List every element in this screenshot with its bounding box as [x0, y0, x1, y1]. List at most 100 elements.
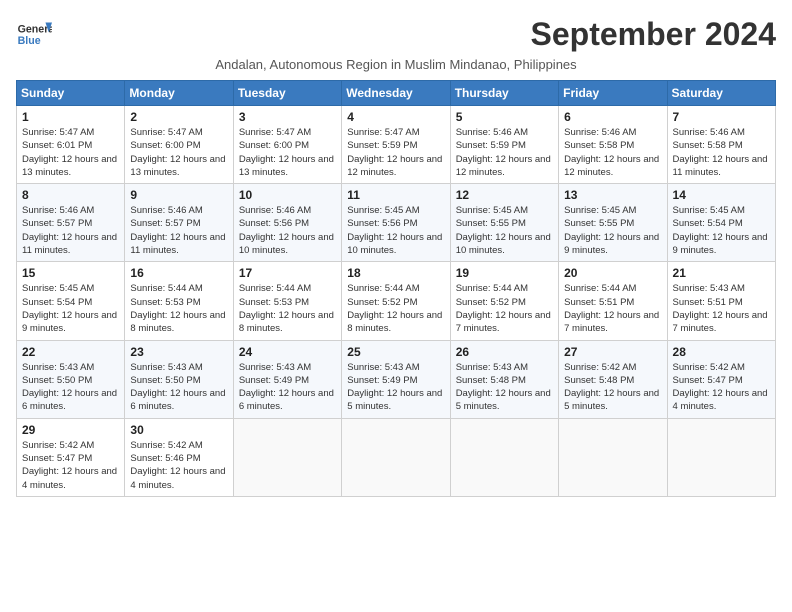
sunrise-label: Sunrise: 5:43 AM: [456, 362, 528, 373]
sunset-label: Sunset: 6:00 PM: [130, 140, 200, 151]
sunrise-label: Sunrise: 5:47 AM: [22, 127, 94, 138]
day-info: Sunrise: 5:44 AM Sunset: 5:53 PM Dayligh…: [239, 282, 336, 335]
daylight-label: Daylight: 12 hours and 12 minutes.: [564, 154, 659, 178]
sunset-label: Sunset: 5:52 PM: [347, 297, 417, 308]
day-cell-27: 27 Sunrise: 5:42 AM Sunset: 5:48 PM Dayl…: [559, 340, 667, 418]
sunrise-label: Sunrise: 5:46 AM: [456, 127, 528, 138]
sunrise-label: Sunrise: 5:45 AM: [22, 283, 94, 294]
day-info: Sunrise: 5:43 AM Sunset: 5:51 PM Dayligh…: [673, 282, 770, 335]
sunrise-label: Sunrise: 5:43 AM: [22, 362, 94, 373]
day-number: 28: [673, 345, 770, 359]
day-cell-11: 11 Sunrise: 5:45 AM Sunset: 5:56 PM Dayl…: [342, 184, 450, 262]
sunset-label: Sunset: 5:59 PM: [456, 140, 526, 151]
daylight-label: Daylight: 12 hours and 8 minutes.: [347, 310, 442, 334]
sunrise-label: Sunrise: 5:47 AM: [239, 127, 311, 138]
day-number: 5: [456, 110, 553, 124]
sunrise-label: Sunrise: 5:44 AM: [456, 283, 528, 294]
sunset-label: Sunset: 5:57 PM: [22, 218, 92, 229]
day-number: 16: [130, 266, 227, 280]
sunrise-label: Sunrise: 5:42 AM: [673, 362, 745, 373]
sunrise-label: Sunrise: 5:44 AM: [239, 283, 311, 294]
day-number: 30: [130, 423, 227, 437]
empty-cell: [450, 418, 558, 496]
day-info: Sunrise: 5:42 AM Sunset: 5:48 PM Dayligh…: [564, 361, 661, 414]
day-cell-8: 8 Sunrise: 5:46 AM Sunset: 5:57 PM Dayli…: [17, 184, 125, 262]
daylight-label: Daylight: 12 hours and 4 minutes.: [22, 466, 117, 490]
day-cell-24: 24 Sunrise: 5:43 AM Sunset: 5:49 PM Dayl…: [233, 340, 341, 418]
day-number: 27: [564, 345, 661, 359]
day-cell-2: 2 Sunrise: 5:47 AM Sunset: 6:00 PM Dayli…: [125, 106, 233, 184]
weekday-header-saturday: Saturday: [667, 81, 775, 106]
day-cell-9: 9 Sunrise: 5:46 AM Sunset: 5:57 PM Dayli…: [125, 184, 233, 262]
day-info: Sunrise: 5:43 AM Sunset: 5:49 PM Dayligh…: [347, 361, 444, 414]
sunrise-label: Sunrise: 5:46 AM: [239, 205, 311, 216]
day-number: 19: [456, 266, 553, 280]
logo-icon: General Blue: [16, 16, 52, 52]
logo: General Blue: [16, 16, 52, 52]
day-number: 14: [673, 188, 770, 202]
daylight-label: Daylight: 12 hours and 7 minutes.: [456, 310, 551, 334]
day-cell-18: 18 Sunrise: 5:44 AM Sunset: 5:52 PM Dayl…: [342, 262, 450, 340]
day-info: Sunrise: 5:46 AM Sunset: 5:56 PM Dayligh…: [239, 204, 336, 257]
sunrise-label: Sunrise: 5:45 AM: [673, 205, 745, 216]
day-info: Sunrise: 5:45 AM Sunset: 5:55 PM Dayligh…: [456, 204, 553, 257]
weekday-header-tuesday: Tuesday: [233, 81, 341, 106]
sunset-label: Sunset: 5:49 PM: [347, 375, 417, 386]
day-info: Sunrise: 5:43 AM Sunset: 5:50 PM Dayligh…: [130, 361, 227, 414]
day-info: Sunrise: 5:44 AM Sunset: 5:53 PM Dayligh…: [130, 282, 227, 335]
day-number: 3: [239, 110, 336, 124]
day-number: 18: [347, 266, 444, 280]
day-number: 26: [456, 345, 553, 359]
day-info: Sunrise: 5:44 AM Sunset: 5:52 PM Dayligh…: [347, 282, 444, 335]
month-title: September 2024: [531, 16, 776, 53]
daylight-label: Daylight: 12 hours and 9 minutes.: [564, 232, 659, 256]
day-cell-17: 17 Sunrise: 5:44 AM Sunset: 5:53 PM Dayl…: [233, 262, 341, 340]
weekday-header-wednesday: Wednesday: [342, 81, 450, 106]
empty-cell: [559, 418, 667, 496]
day-cell-23: 23 Sunrise: 5:43 AM Sunset: 5:50 PM Dayl…: [125, 340, 233, 418]
empty-cell: [233, 418, 341, 496]
day-number: 22: [22, 345, 119, 359]
day-info: Sunrise: 5:47 AM Sunset: 6:00 PM Dayligh…: [239, 126, 336, 179]
day-info: Sunrise: 5:42 AM Sunset: 5:46 PM Dayligh…: [130, 439, 227, 492]
daylight-label: Daylight: 12 hours and 5 minutes.: [456, 388, 551, 412]
day-info: Sunrise: 5:42 AM Sunset: 5:47 PM Dayligh…: [673, 361, 770, 414]
daylight-label: Daylight: 12 hours and 6 minutes.: [22, 388, 117, 412]
sunset-label: Sunset: 5:55 PM: [456, 218, 526, 229]
daylight-label: Daylight: 12 hours and 5 minutes.: [564, 388, 659, 412]
daylight-label: Daylight: 12 hours and 10 minutes.: [239, 232, 334, 256]
day-cell-29: 29 Sunrise: 5:42 AM Sunset: 5:47 PM Dayl…: [17, 418, 125, 496]
sunset-label: Sunset: 5:48 PM: [564, 375, 634, 386]
day-number: 20: [564, 266, 661, 280]
daylight-label: Daylight: 12 hours and 4 minutes.: [130, 466, 225, 490]
daylight-label: Daylight: 12 hours and 7 minutes.: [564, 310, 659, 334]
day-cell-1: 1 Sunrise: 5:47 AM Sunset: 6:01 PM Dayli…: [17, 106, 125, 184]
day-info: Sunrise: 5:46 AM Sunset: 5:58 PM Dayligh…: [564, 126, 661, 179]
daylight-label: Daylight: 12 hours and 11 minutes.: [22, 232, 117, 256]
day-info: Sunrise: 5:44 AM Sunset: 5:51 PM Dayligh…: [564, 282, 661, 335]
sunset-label: Sunset: 5:54 PM: [22, 297, 92, 308]
day-cell-26: 26 Sunrise: 5:43 AM Sunset: 5:48 PM Dayl…: [450, 340, 558, 418]
sunset-label: Sunset: 5:52 PM: [456, 297, 526, 308]
daylight-label: Daylight: 12 hours and 11 minutes.: [673, 154, 768, 178]
day-cell-21: 21 Sunrise: 5:43 AM Sunset: 5:51 PM Dayl…: [667, 262, 775, 340]
daylight-label: Daylight: 12 hours and 8 minutes.: [130, 310, 225, 334]
day-cell-5: 5 Sunrise: 5:46 AM Sunset: 5:59 PM Dayli…: [450, 106, 558, 184]
sunset-label: Sunset: 5:54 PM: [673, 218, 743, 229]
sunset-label: Sunset: 5:48 PM: [456, 375, 526, 386]
sunrise-label: Sunrise: 5:44 AM: [347, 283, 419, 294]
day-number: 9: [130, 188, 227, 202]
empty-cell: [342, 418, 450, 496]
day-info: Sunrise: 5:47 AM Sunset: 6:01 PM Dayligh…: [22, 126, 119, 179]
day-number: 7: [673, 110, 770, 124]
day-number: 21: [673, 266, 770, 280]
day-info: Sunrise: 5:43 AM Sunset: 5:48 PM Dayligh…: [456, 361, 553, 414]
day-number: 4: [347, 110, 444, 124]
weekday-header-monday: Monday: [125, 81, 233, 106]
day-number: 8: [22, 188, 119, 202]
day-number: 15: [22, 266, 119, 280]
day-info: Sunrise: 5:45 AM Sunset: 5:54 PM Dayligh…: [22, 282, 119, 335]
day-info: Sunrise: 5:46 AM Sunset: 5:57 PM Dayligh…: [130, 204, 227, 257]
day-info: Sunrise: 5:44 AM Sunset: 5:52 PM Dayligh…: [456, 282, 553, 335]
day-number: 24: [239, 345, 336, 359]
